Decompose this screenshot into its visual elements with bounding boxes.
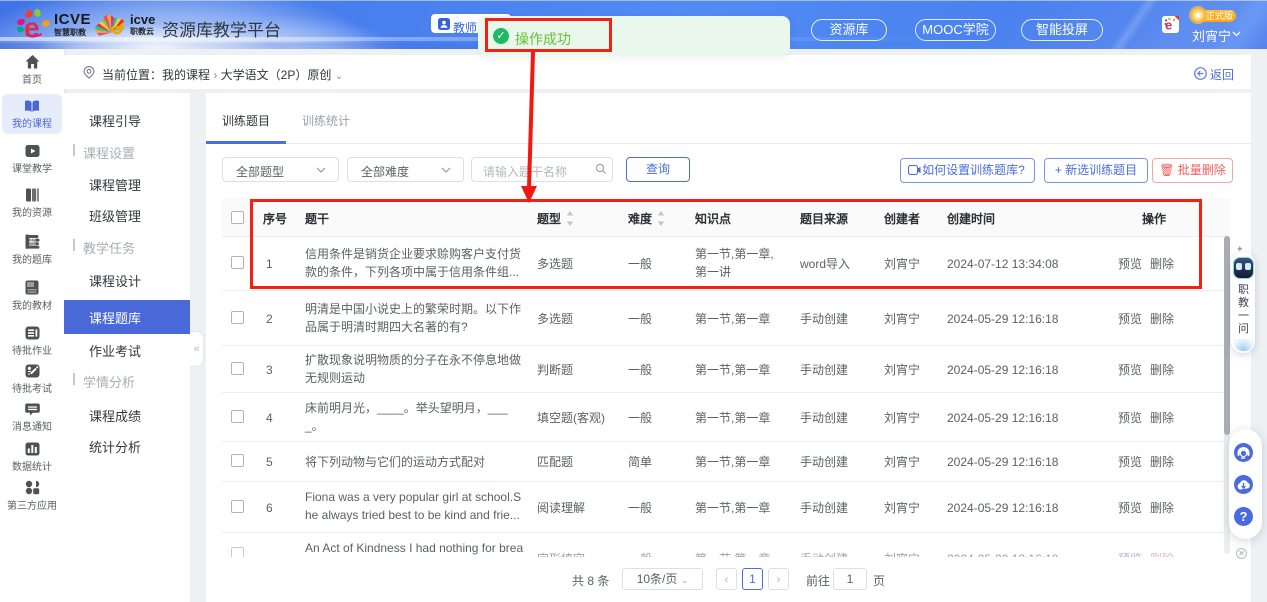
svg-text:题: 题 — [29, 238, 36, 246]
